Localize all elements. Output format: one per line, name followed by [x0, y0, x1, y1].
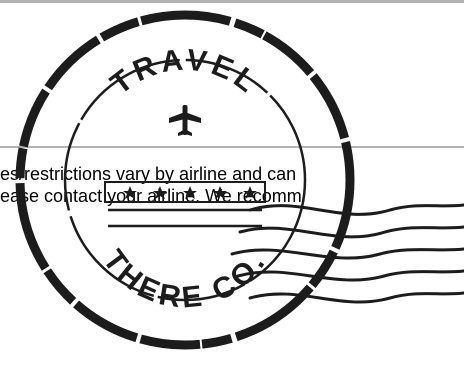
- stamp-bottom-text: THERE CO.: [96, 244, 273, 315]
- airplane-icon: [169, 105, 201, 136]
- postal-wave-lines: [230, 203, 464, 304]
- notice-line-1: es/restrictions vary by airline and can: [0, 164, 297, 184]
- stamp-top-text: TRAVEL: [105, 43, 266, 101]
- section-divider: [0, 146, 464, 148]
- airline-notice: es/restrictions vary by airline and can …: [0, 163, 464, 213]
- notice-line-2: ease contact your airline. We recomm: [0, 186, 302, 206]
- top-divider: [0, 0, 464, 3]
